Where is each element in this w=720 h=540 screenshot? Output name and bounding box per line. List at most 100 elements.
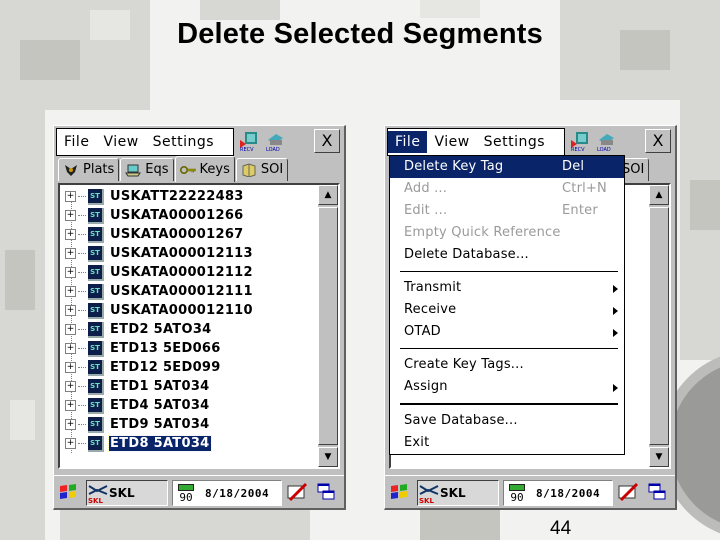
menu-item-create-key-tags[interactable]: Create Key Tags... — [390, 354, 624, 376]
input-panel-icon[interactable] — [617, 482, 639, 502]
tree-item[interactable]: + ST USKATT22222483 — [60, 187, 245, 206]
battery-indicator[interactable]: 90 — [508, 483, 526, 503]
expand-icon[interactable]: + — [65, 267, 76, 278]
close-button[interactable]: X — [314, 129, 340, 153]
skl-taskbar-button[interactable]: SKL SKL — [86, 480, 168, 506]
menu-separator — [400, 403, 618, 405]
tree-connector — [78, 272, 86, 273]
tree-item[interactable]: + ST USKATA000012113 — [60, 244, 254, 263]
windows-start-icon[interactable] — [389, 483, 409, 501]
tree-item[interactable]: + ST USKATA000012112 — [60, 263, 254, 282]
battery-indicator[interactable]: 90 — [177, 483, 195, 503]
system-tray: 90 8/18/2004 — [172, 480, 282, 506]
menu-view[interactable]: View — [96, 131, 145, 153]
menu-item-save-database[interactable]: Save Database... — [390, 410, 624, 432]
expand-icon[interactable]: + — [65, 362, 76, 373]
expand-icon[interactable]: + — [65, 229, 76, 240]
tree-item[interactable]: + ST ETD13 5ED066 — [60, 339, 222, 358]
tree-item[interactable]: + ST ETD2 5ATO34 — [60, 320, 213, 339]
menu-settings[interactable]: Settings — [146, 131, 221, 153]
load-icon[interactable]: LOAD — [595, 130, 617, 152]
menu-item-edit: Edit ... Enter — [390, 200, 624, 222]
key-tag-icon: ST — [88, 302, 104, 319]
tree-connector — [78, 310, 86, 311]
tree-item[interactable]: + ST ETD1 5AT034 — [60, 377, 211, 396]
scroll-down-button[interactable]: ▼ — [649, 447, 669, 467]
menu-item-transmit[interactable]: Transmit — [390, 277, 624, 299]
submenu-arrow-icon — [613, 307, 618, 315]
tree-item[interactable]: + ST ETD9 5AT034 — [60, 415, 211, 434]
tree-item[interactable]: + ST USKATA00001267 — [60, 225, 245, 244]
tab-keys[interactable]: Keys — [174, 156, 235, 182]
menu-item-otad[interactable]: OTAD — [390, 321, 624, 343]
tab-soi[interactable]: SOI — [235, 158, 289, 181]
tree-item[interactable]: + ST USKATA000012110 — [60, 301, 254, 320]
tree-item[interactable]: + ST ETD4 5AT034 — [60, 396, 211, 415]
key-tree: ▲ ▼ + ST USKATT22222483 + ST USKATA00001266 + S… — [58, 183, 340, 469]
windows-start-icon[interactable] — [58, 483, 78, 501]
menu-item-receive[interactable]: Receive — [390, 299, 624, 321]
switch-windows-icon[interactable] — [316, 482, 336, 502]
tree-item[interactable]: + ST USKATA000012111 — [60, 282, 254, 301]
recv-icon[interactable]: RECV — [569, 130, 591, 152]
expand-icon[interactable]: + — [65, 419, 76, 430]
tab-plats[interactable]: Plats — [58, 158, 120, 181]
close-button[interactable]: X — [645, 129, 671, 153]
expand-icon[interactable]: + — [65, 324, 76, 335]
menu-item-label: Add ... — [404, 181, 448, 196]
key-tag-icon: ST — [88, 435, 104, 452]
expand-icon[interactable]: + — [65, 400, 76, 411]
switch-windows-icon[interactable] — [647, 482, 667, 502]
menu-item-delete-key-tag[interactable]: Delete Key Tag Del — [390, 156, 624, 178]
expand-icon[interactable]: + — [65, 343, 76, 354]
key-tag-icon: ST — [88, 359, 104, 376]
file-menu-dropdown: Delete Key Tag Del Add ... Ctrl+N Edit ... En… — [389, 155, 625, 455]
scroll-thumb[interactable] — [649, 207, 669, 445]
scroll-thumb[interactable] — [318, 207, 338, 445]
tree-item-label: ETD9 5AT034 — [110, 417, 210, 432]
menu-item-assign[interactable]: Assign — [390, 376, 624, 398]
tree-connector — [78, 329, 86, 330]
svg-text:SKL: SKL — [419, 497, 434, 504]
recv-icon[interactable]: RECV — [238, 130, 260, 152]
menu-item-delete-database[interactable]: Delete Database... — [390, 244, 624, 266]
expand-icon[interactable]: + — [65, 210, 76, 221]
menu-item-exit[interactable]: Exit — [390, 432, 624, 454]
tab-strip: Plats Eqs Keys SOI — [58, 156, 289, 182]
load-icon[interactable]: LOAD — [264, 130, 286, 152]
menu-file[interactable]: File — [388, 131, 428, 153]
tab-eqs[interactable]: Eqs — [120, 158, 174, 181]
menu-file[interactable]: File — [57, 131, 96, 153]
tree-item-label: USKATA000012111 — [110, 284, 253, 299]
tree-item[interactable]: + ST ETD8 5AT034 — [60, 434, 212, 453]
key-tag-icon: ST — [88, 207, 104, 224]
menu-view[interactable]: View — [427, 131, 476, 153]
scroll-down-button[interactable]: ▼ — [318, 447, 338, 467]
expand-icon[interactable]: + — [65, 305, 76, 316]
expand-icon[interactable]: + — [65, 286, 76, 297]
expand-icon[interactable]: + — [65, 248, 76, 259]
scroll-up-button[interactable]: ▲ — [649, 185, 669, 205]
input-panel-icon[interactable] — [286, 482, 308, 502]
menu-item-label: Assign — [404, 379, 448, 394]
tree-connector — [78, 386, 86, 387]
menu-settings[interactable]: Settings — [477, 131, 552, 153]
skl-taskbar-button[interactable]: SKL SKL — [417, 480, 499, 506]
tree-item[interactable]: + ST USKATA00001266 — [60, 206, 245, 225]
skl-label: SKL — [109, 486, 135, 500]
vertical-scrollbar[interactable]: ▲ ▼ — [649, 185, 669, 467]
tree-item-label: ETD2 5ATO34 — [110, 322, 212, 337]
expand-icon[interactable]: + — [65, 191, 76, 202]
svg-text:RECV: RECV — [571, 147, 585, 152]
expand-icon[interactable]: + — [65, 438, 76, 449]
key-tag-icon: ST — [88, 397, 104, 414]
scroll-up-button[interactable]: ▲ — [318, 185, 338, 205]
tree-connector — [78, 405, 86, 406]
vertical-scrollbar[interactable]: ▲ ▼ — [318, 185, 338, 467]
submenu-arrow-icon — [613, 384, 618, 392]
expand-icon[interactable]: + — [65, 381, 76, 392]
menu-item-label: OTAD — [404, 324, 441, 339]
tree-item[interactable]: + ST ETD12 5ED099 — [60, 358, 222, 377]
svg-text:LOAD: LOAD — [266, 147, 280, 152]
key-tag-icon: ST — [88, 264, 104, 281]
